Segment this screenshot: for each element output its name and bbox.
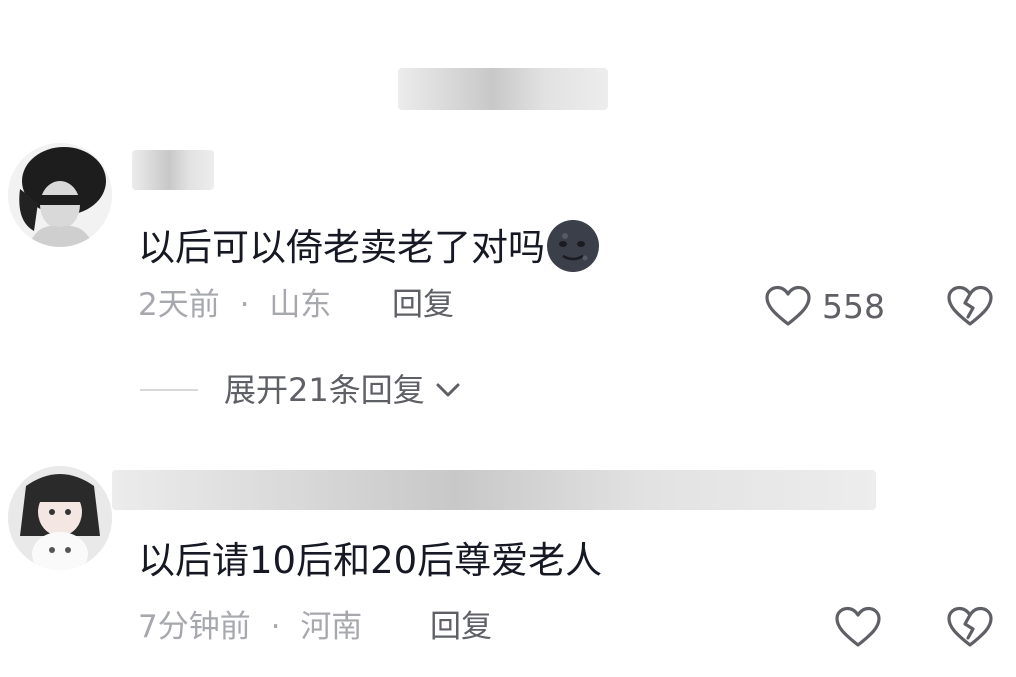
comment-time: 7分钟前 (138, 609, 251, 645)
new-moon-face-icon (547, 220, 599, 272)
broken-heart-icon (947, 606, 993, 647)
redacted-title (398, 68, 608, 110)
comment-meta: 7分钟前 · 河南 (138, 612, 362, 643)
redacted-username (112, 470, 876, 510)
avatar-image (8, 143, 112, 247)
broken-heart-icon (947, 285, 993, 326)
expand-replies-button[interactable]: 展开21条回复 (140, 374, 463, 406)
comment-text: 以后可以倚老卖老了对吗 (138, 218, 601, 274)
divider-line (140, 389, 198, 391)
dislike-button[interactable] (946, 285, 994, 331)
comment-location: 山东 (269, 287, 332, 323)
meta-separator: · (239, 287, 250, 323)
chevron-down-icon (436, 383, 460, 397)
comment-time: 2天前 (138, 287, 220, 323)
avatar[interactable] (8, 143, 112, 247)
like-button[interactable] (834, 606, 882, 652)
heart-outline-icon (835, 606, 881, 647)
avatar-image (8, 466, 112, 570)
comment-meta: 2天前 · 山东 (138, 290, 331, 321)
dislike-button[interactable] (946, 606, 994, 652)
comment-location: 河南 (300, 609, 363, 645)
avatar[interactable] (8, 466, 112, 570)
reply-button[interactable]: 回复 (392, 290, 454, 321)
heart-outline-icon (765, 285, 811, 326)
meta-separator: · (270, 609, 281, 645)
comment-text: 以后请10后和20后尊爱老人 (138, 539, 603, 582)
expand-replies-label: 展开21条回复 (224, 371, 425, 409)
like-count: 558 (822, 287, 885, 326)
redacted-username (132, 150, 214, 190)
comment-emoji (545, 218, 601, 274)
reply-button[interactable]: 回复 (430, 612, 492, 643)
like-button[interactable] (764, 285, 812, 331)
